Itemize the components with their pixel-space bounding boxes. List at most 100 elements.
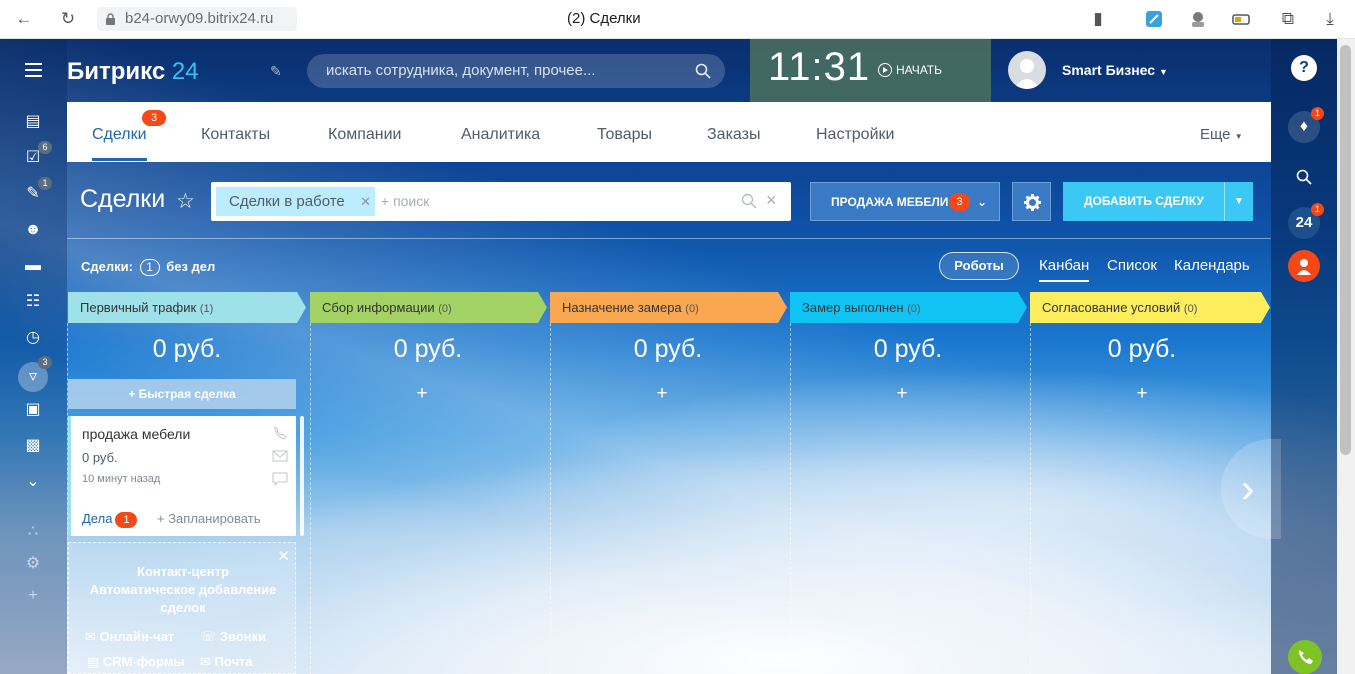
tab-settings[interactable]: Настройки [816, 126, 894, 144]
start-workday-button[interactable]: НАЧАТЬ [878, 63, 942, 77]
view-kanban[interactable]: Канбан [1039, 257, 1089, 274]
page-title: Сделки [80, 185, 166, 213]
crm-badge: 3 [38, 356, 52, 369]
column-sum: 0 руб. [393, 335, 463, 363]
extension-icon[interactable] [1144, 9, 1164, 29]
contact-center-title: Контакт-центр Автоматическое добавление … [89, 564, 277, 615]
tab-more[interactable]: Еще ▼ [1200, 126, 1243, 143]
gear-icon [1024, 194, 1041, 211]
column-header[interactable]: Сбор информации (0) [310, 292, 547, 323]
comment-icon[interactable] [272, 472, 288, 486]
column-header[interactable]: Первичный трафик (1) [68, 292, 306, 323]
tab-deals[interactable]: Сделки [92, 126, 147, 144]
global-search-input[interactable]: искать сотрудника, документ, прочее... [307, 54, 725, 88]
clock-display: 11:31 [768, 45, 871, 89]
bookmark-icon[interactable]: ▮ [1088, 9, 1108, 29]
tab-products[interactable]: Товары [597, 126, 652, 144]
add-menu-icon[interactable]: + [22, 585, 44, 607]
menu-burger-icon[interactable] [25, 63, 42, 77]
browser-toolbar: ← ↻ b24-orwy09.bitrix24.ru (2) Сделки ▮ … [0, 0, 1355, 39]
user-menu[interactable]: Smart Бизнес ▼ [1062, 62, 1168, 78]
deals-badge: 3 [142, 110, 166, 126]
add-card-button[interactable]: + [1022, 383, 1262, 405]
column-sum: 0 руб. [873, 335, 943, 363]
add-deal-button[interactable]: ДОБАВИТЬ СДЕЛКУ ▼ [1063, 182, 1253, 221]
battery-icon[interactable] [1232, 9, 1252, 29]
clock-icon[interactable]: ◷ [22, 327, 44, 349]
calendar-icon[interactable]: ☷ [22, 291, 44, 313]
search-icon[interactable] [695, 63, 711, 79]
pipeline-select-button[interactable]: ПРОДАЖА МЕБЕЛИ 3 ⌄ [810, 182, 1000, 221]
settings-icon[interactable]: ⚙ [22, 553, 44, 575]
left-menu-rail: ▤ ☑ 6 ✎ 1 ☻ ▬ ☷ ◷ ▿ 3 ▣ ▩ ⌄ ∴ ⚙ + [0, 39, 67, 674]
settings-button[interactable] [1012, 182, 1051, 221]
bitrix-logo[interactable]: Битрикс 24 [67, 58, 199, 86]
page-scrollbar[interactable] [1337, 39, 1355, 674]
star-icon[interactable]: ☆ [176, 189, 195, 214]
view-list[interactable]: Список [1107, 257, 1157, 274]
pencil-icon[interactable]: ✎ [270, 63, 282, 80]
feed-icon[interactable]: ▤ [22, 111, 44, 133]
phone-icon[interactable] [272, 426, 288, 440]
deal-title[interactable]: продажа мебели [82, 426, 190, 442]
workday-block: 11:31 НАЧАТЬ [750, 39, 991, 102]
avatar[interactable] [1008, 51, 1046, 89]
calls-link[interactable]: ☏ Звонки [200, 629, 266, 645]
filter-search-input[interactable]: Сделки в работе ✕ + поиск × [211, 182, 791, 221]
collections-icon[interactable]: ⧉ [1278, 9, 1298, 29]
help-icon[interactable]: ? [1291, 55, 1317, 81]
column-scrollbar[interactable] [300, 416, 304, 536]
chat-icon[interactable]: ✎ 1 [22, 177, 52, 205]
profile-extension-icon[interactable] [1188, 9, 1208, 29]
schedule-link[interactable]: + Запланировать [157, 511, 260, 526]
sites-icon[interactable]: ▣ [22, 399, 44, 421]
deal-tasks-link[interactable]: Дела 1 [82, 511, 138, 528]
b24-network-icon[interactable]: 24 1 [1288, 203, 1324, 239]
filter-chip[interactable]: Сделки в работе ✕ [216, 187, 375, 216]
phone-call-button[interactable] [1288, 640, 1322, 674]
online-chat-link[interactable]: ✉ Онлайн-чат [85, 629, 174, 645]
column-header[interactable]: Согласование условий (0) [1030, 292, 1270, 323]
search-icon[interactable] [741, 193, 757, 209]
download-icon[interactable]: ⤓ [1320, 9, 1340, 29]
employees-icon[interactable]: ☻ [22, 219, 44, 241]
clear-icon[interactable]: × [766, 190, 777, 211]
quick-deal-button[interactable]: + Быстрая сделка [68, 379, 296, 409]
search-icon[interactable] [1288, 161, 1320, 193]
deal-card[interactable]: продажа мебели 0 руб. 10 минут назад Дел… [68, 416, 296, 536]
chevron-down-icon: ⌄ [977, 195, 988, 209]
tasks-badge: 1 [115, 512, 138, 528]
mail-icon[interactable] [272, 449, 288, 463]
browser-tab-title: (2) Сделки [567, 10, 641, 27]
reload-icon[interactable]: ↻ [58, 9, 78, 29]
tasks-icon[interactable]: ☑ 6 [22, 141, 52, 169]
url-text: b24-orwy09.bitrix24.ru [125, 10, 274, 27]
bitrix-app: ▤ ☑ 6 ✎ 1 ☻ ▬ ☷ ◷ ▿ 3 ▣ ▩ ⌄ ∴ ⚙ + Битрикс 2… [0, 39, 1355, 674]
robots-button[interactable]: Роботы [939, 252, 1019, 280]
tab-orders[interactable]: Заказы [707, 126, 760, 144]
structure-icon[interactable]: ∴ [22, 521, 44, 543]
add-card-button[interactable]: + [542, 383, 782, 405]
tab-contacts[interactable]: Контакты [201, 126, 270, 144]
view-calendar[interactable]: Календарь [1174, 257, 1250, 274]
deal-sum: 0 руб. [82, 450, 118, 465]
add-card-button[interactable]: + [782, 383, 1022, 405]
user-avatar-icon[interactable] [1288, 250, 1320, 282]
drive-icon[interactable]: ▬ [22, 255, 44, 277]
more-chevron-icon[interactable]: ⌄ [22, 471, 44, 493]
back-arrow-icon[interactable]: ← [14, 9, 34, 29]
add-card-button[interactable]: + [302, 383, 542, 405]
tab-analytics[interactable]: Аналитика [461, 126, 540, 144]
bell-icon[interactable]: ♦ 1 [1288, 107, 1324, 143]
search-placeholder: искать сотрудника, документ, прочее... [326, 62, 596, 79]
column-header[interactable]: Замер выполнен (0) [790, 292, 1027, 323]
column-header[interactable]: Назначение замера (0) [550, 292, 787, 323]
chevron-down-icon[interactable]: ▼ [1224, 182, 1253, 221]
close-icon[interactable]: ✕ [360, 187, 371, 216]
mail-link[interactable]: ✉ Почта [200, 654, 253, 670]
crm-filter-icon[interactable]: ▿ 3 [18, 356, 52, 392]
crm-forms-link[interactable]: ▤ CRM-формы [87, 654, 184, 670]
address-bar[interactable]: b24-orwy09.bitrix24.ru [97, 7, 297, 31]
tab-companies[interactable]: Компании [328, 126, 402, 144]
contacts-card-icon[interactable]: ▩ [22, 435, 44, 457]
